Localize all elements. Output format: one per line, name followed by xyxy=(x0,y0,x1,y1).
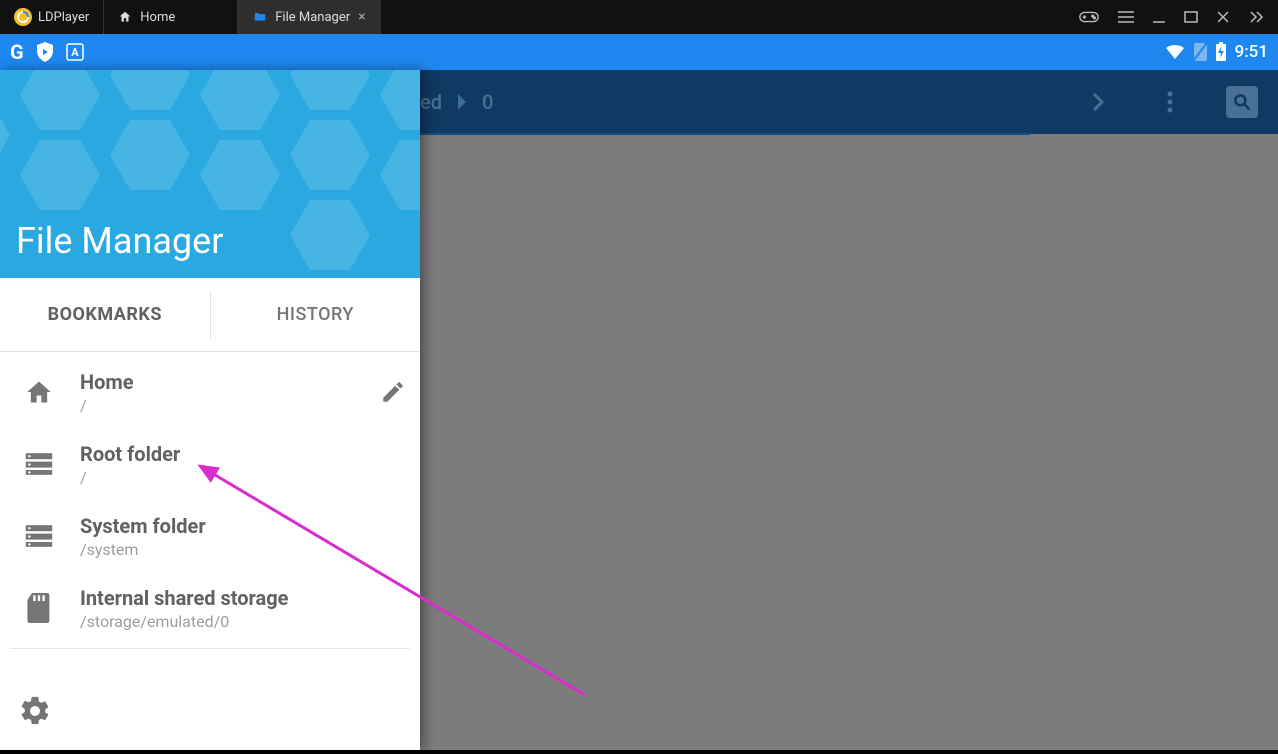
drawer-header: File Manager xyxy=(0,70,420,278)
drawer-tabs: BOOKMARKS HISTORY xyxy=(0,278,420,352)
menu-icon[interactable] xyxy=(1118,10,1134,24)
android-status-bar: G A 9:51 xyxy=(0,34,1278,70)
window-chrome: LDPlayer Home File Manager × xyxy=(0,0,1278,34)
minimize-icon[interactable] xyxy=(1152,10,1166,24)
search-icon[interactable] xyxy=(1226,86,1258,118)
tab-home-label: Home xyxy=(140,10,175,25)
bookmark-title: Internal shared storage xyxy=(80,586,406,610)
bookmark-path: /system xyxy=(80,540,406,559)
drawer-footer xyxy=(0,680,420,750)
home-icon xyxy=(118,10,132,24)
sdcard-icon xyxy=(22,593,56,623)
ldplayer-icon xyxy=(14,8,32,26)
navigation-drawer: File Manager BOOKMARKS HISTORY Home / xyxy=(0,70,420,750)
divider xyxy=(10,648,410,649)
window-close-icon[interactable] xyxy=(1216,10,1230,24)
status-right: 9:51 xyxy=(1165,42,1268,62)
bookmark-root-folder[interactable]: Root folder / xyxy=(0,428,420,500)
drawer-title: File Manager xyxy=(16,220,223,262)
edit-icon[interactable] xyxy=(380,379,406,405)
tab-file-manager-label: File Manager xyxy=(275,10,350,25)
bookmark-title: System folder xyxy=(80,514,406,538)
more-icon[interactable] xyxy=(1248,10,1264,24)
chrome-left: LDPlayer Home File Manager × xyxy=(0,0,381,34)
gear-icon[interactable] xyxy=(18,694,402,728)
ldplayer-brand[interactable]: LDPlayer xyxy=(0,0,103,34)
chrome-right xyxy=(1078,9,1278,25)
status-left: G A xyxy=(10,40,84,64)
no-sim-icon xyxy=(1193,43,1207,61)
wifi-icon xyxy=(1165,44,1185,60)
bookmark-internal-storage[interactable]: Internal shared storage /storage/emulate… xyxy=(0,572,420,644)
gamepad-icon[interactable] xyxy=(1078,9,1100,25)
app-content-area: ed 0 xyxy=(0,70,1278,750)
app-a-icon: A xyxy=(66,43,84,61)
path-count: 0 xyxy=(482,90,493,114)
bookmark-title: Home xyxy=(80,370,356,394)
shield-icon xyxy=(36,42,54,62)
overflow-menu-icon[interactable] xyxy=(1154,86,1186,118)
nav-forward-icon[interactable] xyxy=(1082,86,1114,118)
tab-file-manager[interactable]: File Manager × xyxy=(238,0,380,34)
maximize-icon[interactable] xyxy=(1184,10,1198,24)
folder-icon xyxy=(253,10,267,24)
tab-home[interactable]: Home xyxy=(103,0,238,34)
bottom-border xyxy=(0,750,1278,754)
path-fragment: ed xyxy=(420,90,442,114)
chevron-right-icon xyxy=(456,94,468,110)
tab-bookmarks[interactable]: BOOKMARKS xyxy=(0,278,210,351)
battery-charging-icon xyxy=(1215,42,1227,62)
bookmark-path: / xyxy=(80,468,406,487)
bookmark-home[interactable]: Home / xyxy=(0,356,420,428)
svg-text:A: A xyxy=(71,46,79,59)
home-icon xyxy=(22,378,56,406)
tab-history[interactable]: HISTORY xyxy=(211,278,421,351)
bookmark-title: Root folder xyxy=(80,442,406,466)
bookmark-system-folder[interactable]: System folder /system xyxy=(0,500,420,572)
bookmark-path: /storage/emulated/0 xyxy=(80,612,406,631)
storage-icon xyxy=(22,452,56,476)
close-icon[interactable]: × xyxy=(358,9,365,25)
ldplayer-label: LDPlayer xyxy=(38,10,89,25)
google-icon: G xyxy=(10,40,24,64)
storage-icon xyxy=(22,524,56,548)
status-time: 9:51 xyxy=(1235,42,1268,62)
bookmark-path: / xyxy=(80,396,356,415)
bookmarks-list: Home / Root folder / xyxy=(0,352,420,653)
